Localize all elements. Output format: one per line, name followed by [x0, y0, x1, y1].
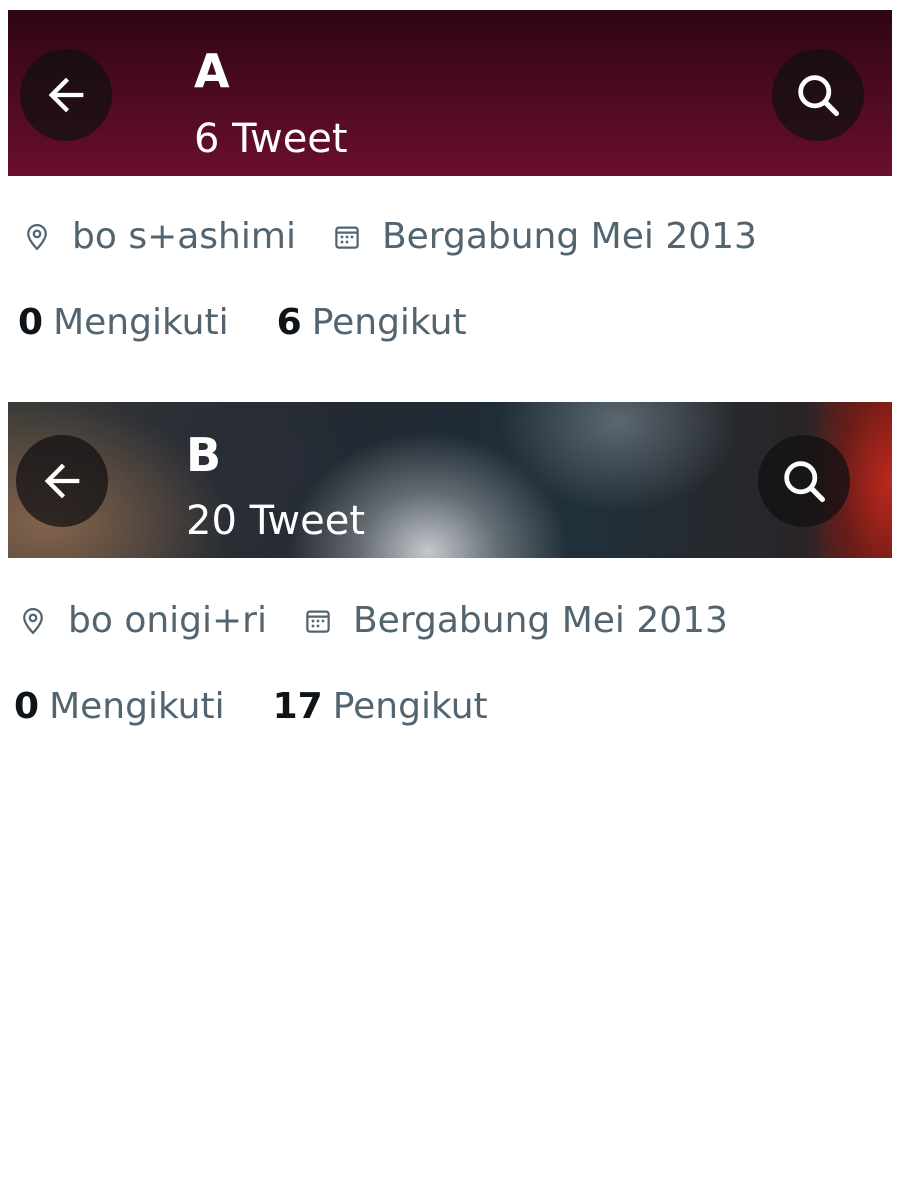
profile-meta-row: bo s+ashimi Bergabung Mei 2013 [22, 216, 793, 257]
follow-stats: 0 Mengikuti 17 Pengikut [14, 686, 536, 727]
following-count: 0 [14, 686, 40, 727]
following-label: Mengikuti [49, 686, 225, 727]
followers-label: Pengikut [311, 302, 467, 343]
followers-link[interactable]: 6 Pengikut [277, 302, 467, 343]
search-button[interactable] [758, 435, 850, 527]
arrow-left-icon [44, 463, 80, 499]
followers-link[interactable]: 17 Pengikut [273, 686, 488, 727]
followers-count: 6 [276, 302, 302, 343]
joined-date-text: Bergabung Mei 2013 [352, 600, 728, 641]
profile-card-b: B 20 Tweet bo onigi+ri Bergabung Mei 201… [8, 402, 892, 727]
joined-date-text: Bergabung Mei 2013 [381, 216, 757, 257]
calendar-icon [306, 610, 330, 633]
followers-label: Pengikut [332, 686, 488, 727]
following-count: 0 [18, 302, 44, 343]
profile-header-banner: A 6 Tweet [8, 10, 892, 176]
location-pin-icon [27, 223, 47, 250]
following-link[interactable]: 0 Mengikuti [14, 686, 225, 727]
tweet-count: 6 Tweet [194, 116, 348, 162]
back-button[interactable] [20, 49, 112, 141]
follow-stats: 0 Mengikuti 6 Pengikut [18, 302, 515, 343]
location-pin-icon [23, 607, 43, 634]
profile-header-banner: B 20 Tweet [8, 402, 892, 558]
back-button[interactable] [16, 435, 108, 527]
tweet-count: 20 Tweet [186, 498, 366, 544]
calendar-icon [335, 226, 359, 249]
search-button[interactable] [772, 49, 864, 141]
following-link[interactable]: 0 Mengikuti [18, 302, 229, 343]
profile-name: B [186, 428, 222, 482]
profile-name: A [194, 44, 230, 98]
search-icon [784, 461, 826, 503]
location-text: bo onigi+ri [68, 600, 267, 641]
search-icon [798, 75, 840, 117]
following-label: Mengikuti [53, 302, 229, 343]
followers-count: 17 [272, 686, 323, 727]
location-text: bo s+ashimi [72, 216, 296, 257]
profile-card-a: A 6 Tweet bo s+ashimi Bergabung Mei 2013 [8, 10, 892, 343]
arrow-left-icon [48, 77, 84, 113]
profile-meta-row: bo onigi+ri Bergabung Mei 2013 [18, 600, 764, 641]
